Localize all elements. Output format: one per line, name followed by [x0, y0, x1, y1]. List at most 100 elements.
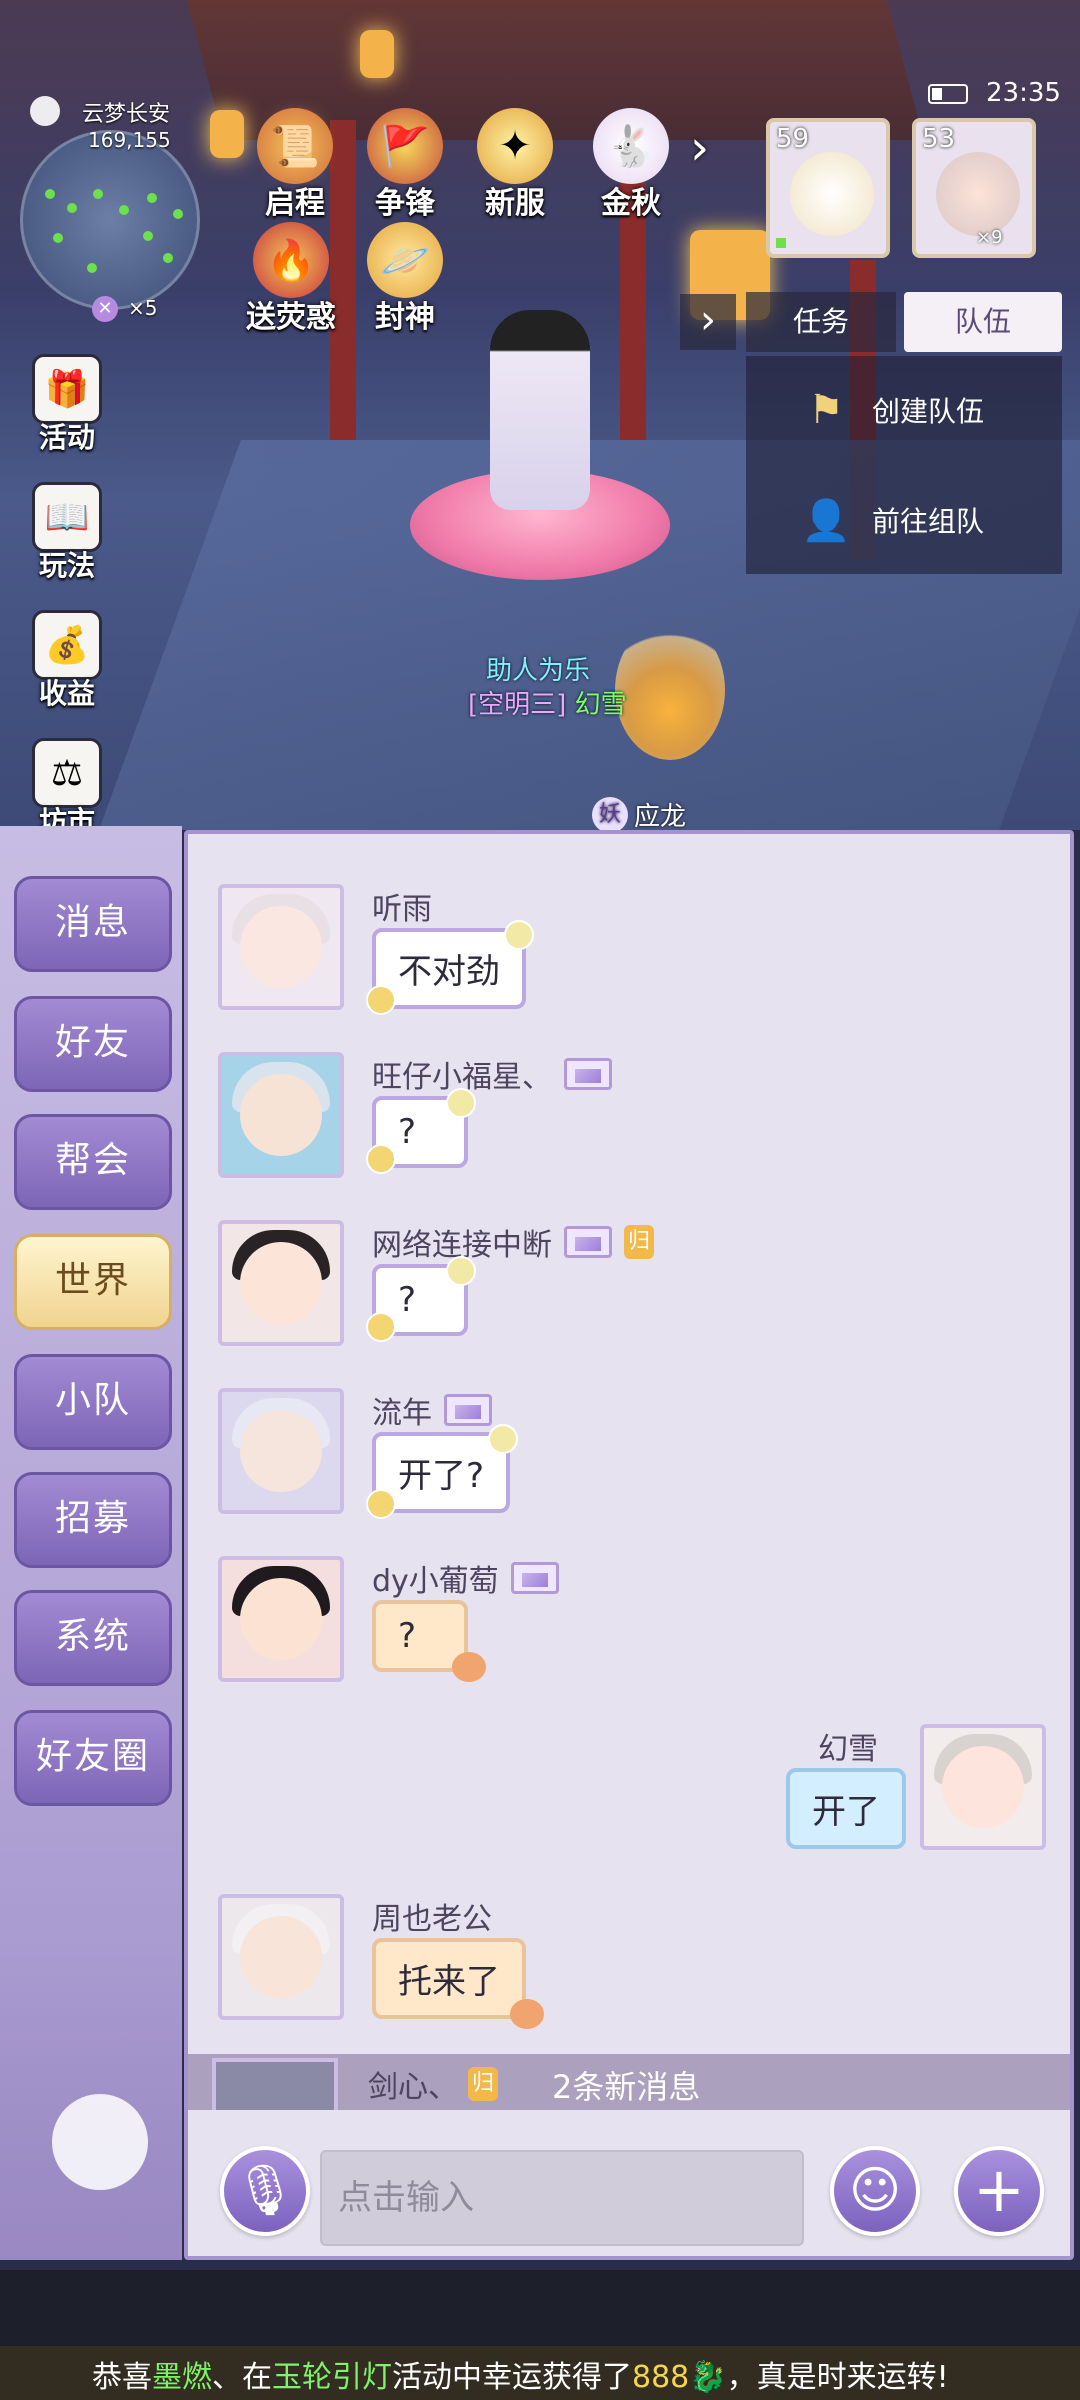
join-team-button[interactable]: 👤 前往组队 — [800, 494, 984, 546]
message-text: ? — [398, 1280, 417, 1320]
server-logo-icon — [30, 96, 60, 126]
channel-team[interactable]: 小队 — [14, 1354, 172, 1450]
avatar-face — [240, 1578, 322, 1660]
avatar[interactable] — [218, 1220, 344, 1346]
pet-dragon[interactable] — [615, 620, 725, 760]
menu-market[interactable]: ⚖ 坊市 — [22, 738, 112, 826]
activity-fengshen[interactable]: 🪐 封神 — [350, 222, 460, 336]
message-text: 托来了 — [398, 1962, 500, 2002]
player-portrait[interactable]: 53 ×9 — [912, 118, 1036, 258]
map-marker — [173, 209, 183, 219]
minimap[interactable] — [20, 130, 200, 310]
activity-zhengfeng[interactable]: 🚩 争锋 — [350, 108, 460, 222]
channel-world[interactable]: 世界 — [14, 1234, 172, 1330]
chat-text-input[interactable]: 点击输入 — [320, 2150, 804, 2246]
avatar-face — [240, 906, 322, 988]
message-text: 开了? — [398, 1456, 485, 1496]
message-bubble: ? — [366, 1088, 476, 1174]
new-messages-banner[interactable]: 剑心、 归 2条新消息 — [188, 2054, 1070, 2110]
message-sender[interactable]: 周也老公 — [372, 1894, 492, 1938]
player-character[interactable] — [490, 310, 590, 510]
map-badge-count: ×5 — [128, 296, 158, 320]
message-bubble: 开了 — [786, 1768, 906, 1849]
message-sender[interactable]: dy小葡萄 — [372, 1556, 559, 1600]
demon-badge-icon: 妖 — [592, 796, 628, 833]
ticker-text: 活动中幸运获得了 — [392, 2360, 632, 2395]
map-marker — [53, 233, 63, 243]
cat-decoration-icon — [452, 1652, 486, 1682]
flower-decoration-icon — [366, 1312, 396, 1342]
microphone-icon: 🎙 — [233, 2161, 297, 2219]
channel-moments[interactable]: 好友圈 — [14, 1710, 172, 1806]
menu-activity[interactable]: 🎁 活动 — [22, 354, 112, 456]
activity-qicheng[interactable]: 📜 启程 — [240, 108, 350, 222]
sender-name: 流年 — [372, 1396, 432, 1431]
avatar[interactable] — [218, 1894, 344, 2020]
message-sender[interactable]: 听雨 — [372, 884, 432, 928]
ticker-event: 玉轮引灯 — [272, 2360, 392, 2395]
avatar[interactable] — [920, 1724, 1046, 1850]
voice-input-button[interactable]: 🎙 — [220, 2146, 310, 2236]
chevron-right-icon[interactable]: › — [690, 120, 734, 180]
activity-xinfu[interactable]: ✦ 新服 — [460, 108, 570, 222]
add-user-icon: 👤 — [801, 497, 851, 544]
message-bubble: ? — [372, 1600, 486, 1682]
avatar-face — [240, 1410, 322, 1492]
chat-panel: 听雨 不对劲 旺仔小福星、 ? 网络连接中断 归 ? 流年 开了? dy小葡萄 … — [184, 830, 1074, 2260]
map-city-name: 云梦长安 — [82, 102, 171, 127]
collapse-panel-icon[interactable]: › — [680, 294, 736, 350]
sender-name: 幻雪 — [818, 1732, 878, 1767]
avatar[interactable] — [218, 1388, 344, 1514]
map-marker — [143, 231, 153, 241]
channel-recruit[interactable]: 招募 — [14, 1472, 172, 1568]
channel-friends[interactable]: 好友 — [14, 996, 172, 1092]
channel-system[interactable]: 系统 — [14, 1590, 172, 1686]
activity-jinqiu[interactable]: 🐇 金秋 — [576, 108, 686, 222]
hp-indicator — [776, 238, 786, 248]
lantern — [360, 30, 394, 78]
tab-task[interactable]: 任务 — [746, 292, 896, 352]
avatar-face — [240, 1074, 322, 1156]
more-actions-button[interactable]: + — [954, 2146, 1044, 2236]
channel-messages[interactable]: 消息 — [14, 876, 172, 972]
broadcast-ticker: 恭喜墨燃、在玉轮引灯活动中幸运获得了888🐉，真是时来运转! — [0, 2270, 1080, 2400]
menu-gameplay[interactable]: 📖 玩法 — [22, 482, 112, 584]
tab-team[interactable]: 队伍 — [904, 292, 1062, 352]
map-marker — [119, 205, 129, 215]
money-bag-icon: 💰 — [32, 610, 102, 680]
avatar[interactable] — [218, 884, 344, 1010]
picture-badge-icon — [564, 1226, 612, 1258]
message-bubble: 不对劲 — [366, 920, 534, 1015]
activity-songyinghuo[interactable]: 🔥 送荧惑 — [236, 222, 346, 336]
message-sender[interactable]: 网络连接中断 归 — [372, 1220, 654, 1264]
new-messages-count: 2条新消息 — [552, 2068, 701, 2106]
flower-decoration-icon — [366, 985, 396, 1015]
message-sender[interactable]: 流年 — [372, 1388, 492, 1432]
returning-badge-icon: 归 — [624, 1225, 654, 1259]
returning-badge-icon: 归 — [468, 2067, 498, 2101]
player-title: 助人为乐 — [486, 656, 591, 686]
map-marker — [147, 193, 157, 203]
channel-guild[interactable]: 帮会 — [14, 1114, 172, 1210]
emoji-button[interactable]: ☺ — [830, 2146, 920, 2236]
message-sender: 剑心、 归 — [368, 2062, 498, 2106]
message-text: 不对劲 — [398, 952, 500, 992]
avatar[interactable] — [218, 1556, 344, 1682]
pet-nameplate: 妖 应龙 — [592, 796, 686, 833]
flower-decoration-icon — [488, 1424, 519, 1454]
message-sender[interactable]: 幻雪 — [818, 1724, 878, 1768]
ticker-text: 恭喜 — [92, 2360, 152, 2395]
menu-income[interactable]: 💰 收益 — [22, 610, 112, 712]
book-icon: 📖 — [32, 482, 102, 552]
pet-portrait[interactable]: 59 — [766, 118, 890, 258]
sender-name: 剑心、 — [368, 2070, 458, 2105]
message-sender[interactable]: 旺仔小福星、 — [372, 1052, 612, 1096]
team-flag-icon: ⚑ — [808, 387, 844, 433]
map-badge-icon[interactable]: ✕ — [92, 296, 118, 322]
flag-icon: 🚩 — [367, 108, 443, 184]
avatar[interactable] — [218, 1052, 344, 1178]
ticker-message: 恭喜墨燃、在玉轮引灯活动中幸运获得了888🐉，真是时来运转! — [92, 2352, 949, 2396]
create-team-button[interactable]: ⚑ 创建队伍 — [800, 384, 984, 436]
flower-decoration-icon — [366, 1144, 396, 1174]
message-bubble: ? — [366, 1256, 476, 1342]
